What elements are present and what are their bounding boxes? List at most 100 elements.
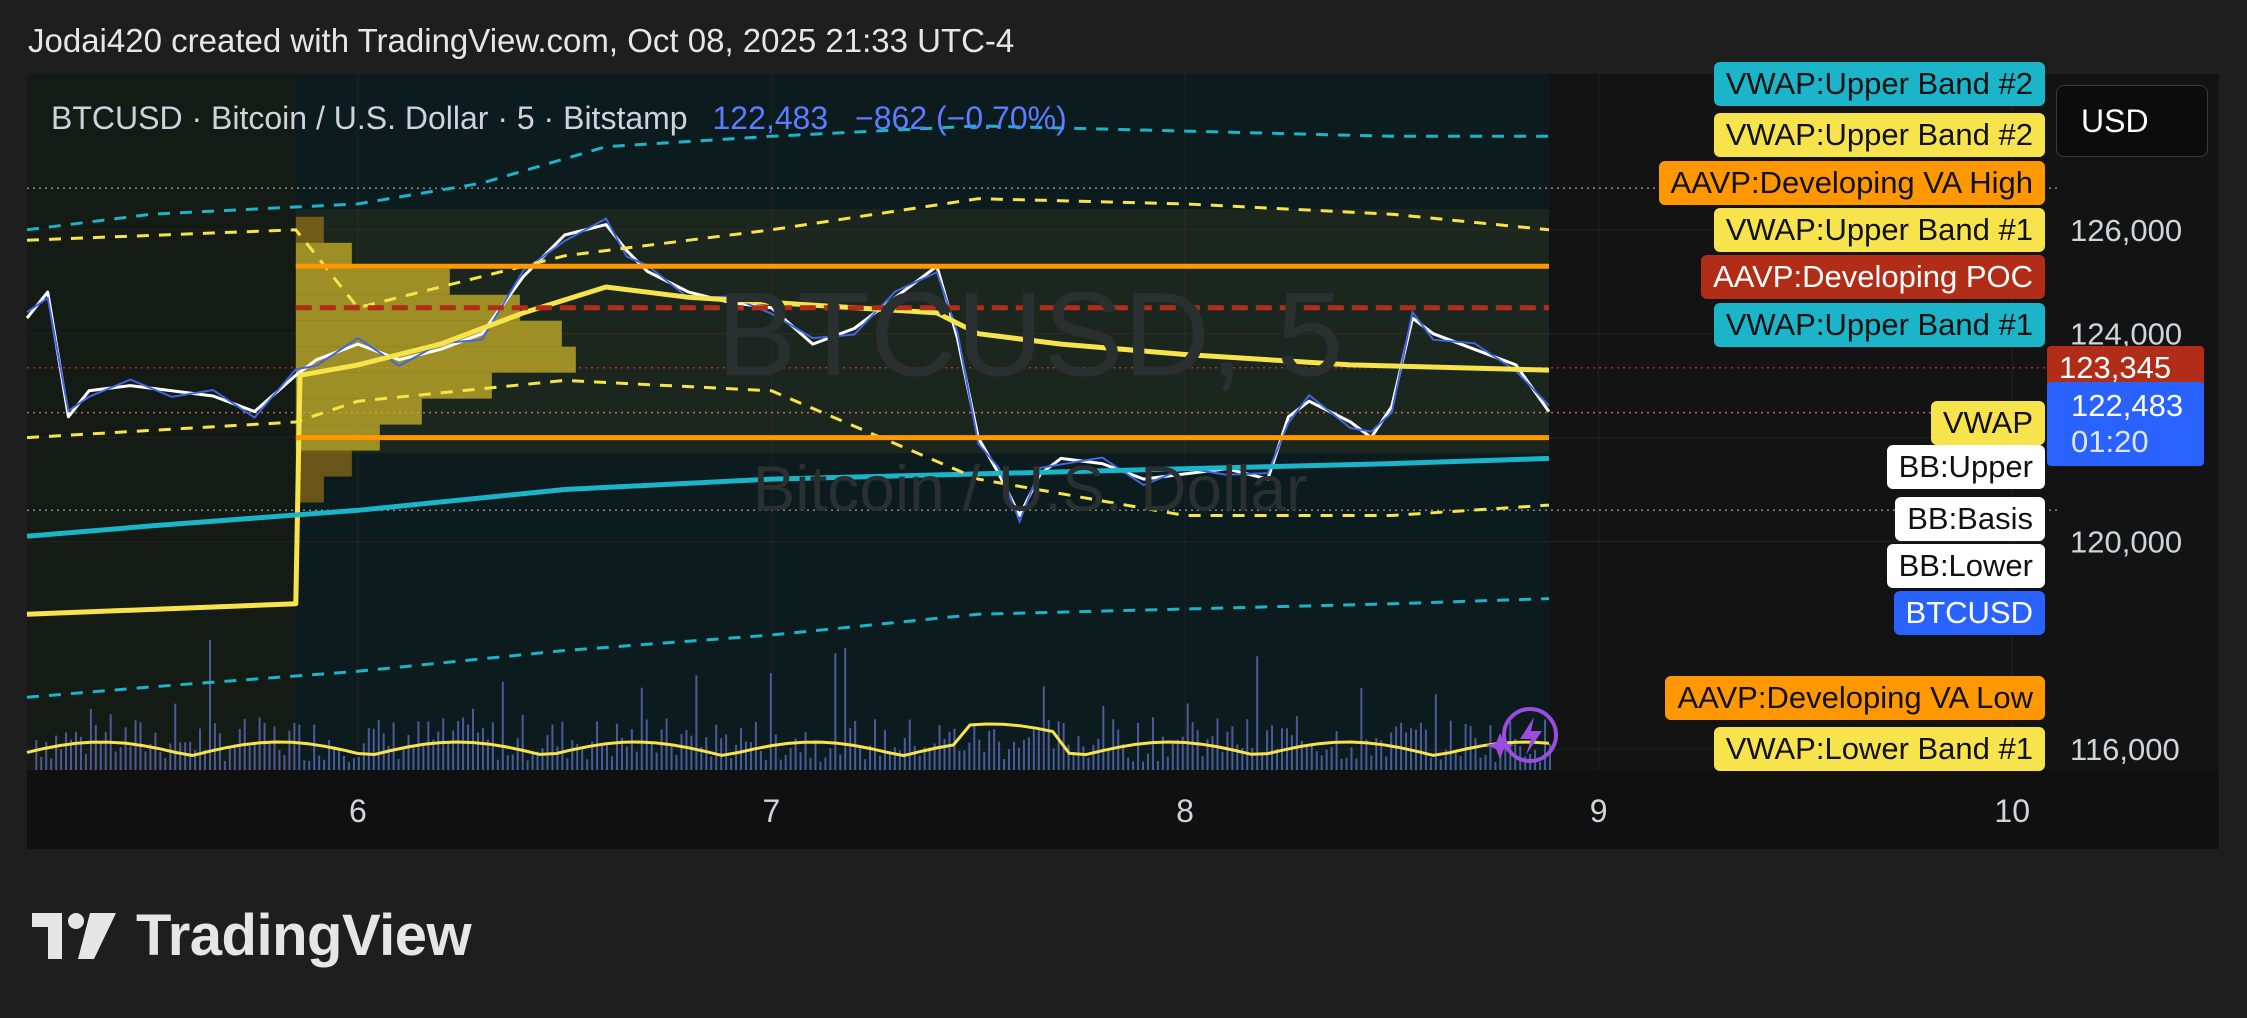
volume-bar bbox=[1132, 761, 1135, 770]
volume-bar bbox=[1072, 754, 1075, 770]
volume-bar bbox=[1211, 735, 1214, 770]
volume-bar bbox=[630, 729, 633, 770]
tradingview-logo-icon bbox=[32, 912, 116, 959]
volume-bar bbox=[1350, 747, 1353, 770]
volume-bar bbox=[119, 747, 122, 770]
volume-bar bbox=[476, 732, 479, 770]
bar-countdown: 01:20 bbox=[2071, 424, 2149, 460]
volume-bar bbox=[1142, 761, 1145, 770]
indicator-tag: VWAP:Upper Band #2 bbox=[1713, 112, 2045, 157]
volume-bar bbox=[457, 720, 460, 770]
volume-bar bbox=[55, 735, 58, 770]
volume-bar bbox=[963, 750, 966, 770]
volume-bar bbox=[84, 754, 87, 770]
volume-bar bbox=[377, 720, 380, 770]
volume-bar bbox=[293, 722, 296, 770]
volume-bar bbox=[744, 741, 747, 770]
tradingview-logo[interactable]: TradingView bbox=[32, 902, 472, 969]
volume-bar bbox=[670, 746, 673, 770]
volume-bar bbox=[159, 751, 162, 770]
volume-bar bbox=[849, 728, 852, 770]
volume-bar bbox=[1484, 754, 1487, 770]
volume-bar bbox=[303, 760, 306, 770]
volume-bar bbox=[481, 728, 484, 770]
volume-bar bbox=[397, 758, 400, 770]
volume-bar bbox=[675, 754, 678, 770]
volume-bar bbox=[581, 747, 584, 770]
volume-bar bbox=[655, 752, 658, 770]
volume-bar bbox=[1176, 739, 1179, 770]
volume-bar bbox=[338, 748, 341, 770]
volume-bar bbox=[784, 754, 787, 770]
volume-bar bbox=[402, 748, 405, 770]
indicator-tag: BTCUSD bbox=[1893, 591, 2045, 636]
volume-bar bbox=[1494, 761, 1497, 770]
volume-bar bbox=[993, 729, 996, 770]
volume-bar bbox=[1345, 757, 1348, 770]
time-tick-label: 10 bbox=[1994, 793, 2030, 829]
volume-bar bbox=[452, 730, 455, 770]
volume-bar bbox=[1117, 729, 1120, 770]
watermark-symbol: BTCUSD, 5 bbox=[717, 267, 1344, 401]
price-tick-label: 116,000 bbox=[2070, 732, 2180, 767]
volume-bar bbox=[640, 687, 643, 770]
volume-bar bbox=[199, 728, 202, 770]
volume-bar bbox=[40, 756, 43, 770]
time-tick-label: 8 bbox=[1176, 793, 1194, 829]
volume-bar bbox=[819, 761, 822, 770]
volume-bar bbox=[213, 723, 216, 770]
volume-bar bbox=[278, 750, 281, 770]
volume-bar bbox=[660, 729, 663, 770]
volume-bar bbox=[625, 746, 628, 770]
volume-bar bbox=[1355, 758, 1358, 770]
indicator-tag: BB:Basis bbox=[1895, 497, 2045, 542]
volume-bar bbox=[1082, 746, 1085, 770]
time-tick-label: 7 bbox=[763, 793, 781, 829]
volume-bar bbox=[164, 757, 167, 770]
volume-bar bbox=[1017, 747, 1020, 770]
volume-bar bbox=[998, 741, 1001, 770]
volume-bar bbox=[422, 743, 425, 770]
volume-bar bbox=[973, 723, 976, 770]
volume-bar bbox=[1295, 716, 1298, 770]
volume-bar bbox=[1320, 755, 1323, 770]
volume-bar bbox=[347, 761, 350, 770]
volume-bar bbox=[323, 759, 326, 770]
watermark-name: Bitcoin / U.S. Dollar bbox=[753, 452, 1308, 524]
volume-bar bbox=[710, 756, 713, 770]
volume-bar bbox=[1003, 758, 1006, 770]
volume-bar bbox=[50, 758, 53, 770]
volume-bar bbox=[730, 758, 733, 770]
volume-bar bbox=[685, 730, 688, 770]
volume-bar bbox=[407, 734, 410, 770]
volume-bar bbox=[1067, 744, 1070, 770]
volume-bar bbox=[362, 743, 365, 770]
volume-bar bbox=[1405, 732, 1408, 770]
volume-bar bbox=[586, 759, 589, 770]
volume-bar bbox=[194, 750, 197, 770]
symbol-legend[interactable]: BTCUSD · Bitcoin / U.S. Dollar · 5 · Bit… bbox=[51, 100, 1067, 137]
volume-bar bbox=[1360, 687, 1363, 770]
currency-button[interactable]: USD bbox=[2056, 85, 2208, 157]
volume-bar bbox=[610, 756, 613, 770]
volume-bar bbox=[606, 744, 609, 770]
volume-bar bbox=[283, 755, 286, 770]
volume-bar bbox=[968, 742, 971, 770]
volume-bar bbox=[566, 758, 569, 770]
volume-bar bbox=[308, 761, 311, 770]
volume-bar bbox=[759, 750, 762, 770]
brand-name: TradingView bbox=[136, 903, 472, 968]
volume-bar bbox=[65, 732, 68, 770]
volume-bar bbox=[1454, 752, 1457, 770]
volume-bar bbox=[1156, 760, 1159, 770]
volume-bar bbox=[809, 757, 812, 770]
volume-bar bbox=[1315, 751, 1318, 770]
volume-bar bbox=[179, 742, 182, 770]
volume-bar bbox=[1231, 726, 1234, 770]
volume-bar bbox=[834, 653, 837, 770]
volume-bar bbox=[1449, 720, 1452, 770]
volume-bar bbox=[1424, 729, 1427, 770]
volume-bar bbox=[89, 708, 92, 770]
volume-bar bbox=[124, 727, 127, 770]
volume-bar bbox=[635, 751, 638, 770]
